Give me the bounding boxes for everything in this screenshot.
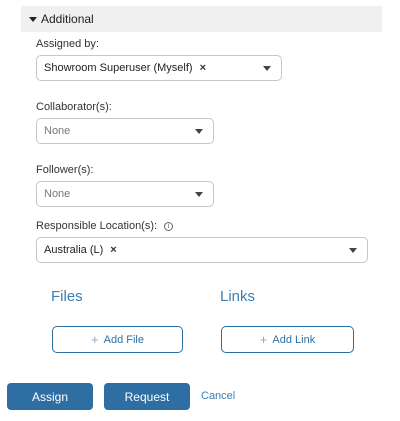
files-title: Files [51,288,83,305]
plus-icon: + [259,331,268,347]
responsible-location-chip: Australia (L) × [44,244,117,256]
responsible-location-label: Responsible Location(s): i [36,220,174,232]
responsible-location-select[interactable]: Australia (L) × [36,237,368,263]
followers-placeholder: None [44,188,71,200]
remove-chip-icon[interactable]: × [200,62,206,74]
files-panel: Files + Add File [36,278,198,360]
chevron-down-icon [195,192,203,197]
cancel-link[interactable]: Cancel [201,390,235,402]
followers-label: Follower(s): [36,164,94,176]
section-title: Additional [41,12,94,26]
add-link-button[interactable]: + Add Link [221,326,354,353]
section-header-additional[interactable]: Additional [21,6,382,32]
chevron-down-icon [195,129,203,134]
caret-down-icon [29,16,37,22]
remove-chip-icon[interactable]: × [110,244,116,256]
responsible-location-chip-label: Australia (L) [44,244,104,256]
responsible-location-label-text: Responsible Location(s): [36,220,158,232]
assigned-by-chip-label: Showroom Superuser (Myself) [44,62,193,74]
links-title: Links [220,288,256,305]
add-file-button[interactable]: + Add File [52,326,183,353]
assigned-by-label: Assigned by: [36,38,99,50]
request-button[interactable]: Request [104,383,190,410]
links-panel: Links + Add Link [206,278,368,360]
collaborators-placeholder: None [44,125,71,137]
collaborators-label: Collaborator(s): [36,101,112,113]
info-icon[interactable]: i [164,221,174,231]
chevron-down-icon [263,66,271,71]
collaborators-select[interactable]: None [36,118,214,144]
followers-select[interactable]: None [36,181,214,207]
assigned-by-chip: Showroom Superuser (Myself) × [44,62,206,74]
add-file-label: Add File [103,333,144,346]
assign-button[interactable]: Assign [7,383,93,410]
assigned-by-select[interactable]: Showroom Superuser (Myself) × [36,55,282,81]
plus-icon: + [91,331,99,347]
add-link-label: Add Link [272,333,316,346]
chevron-down-icon [349,248,357,253]
